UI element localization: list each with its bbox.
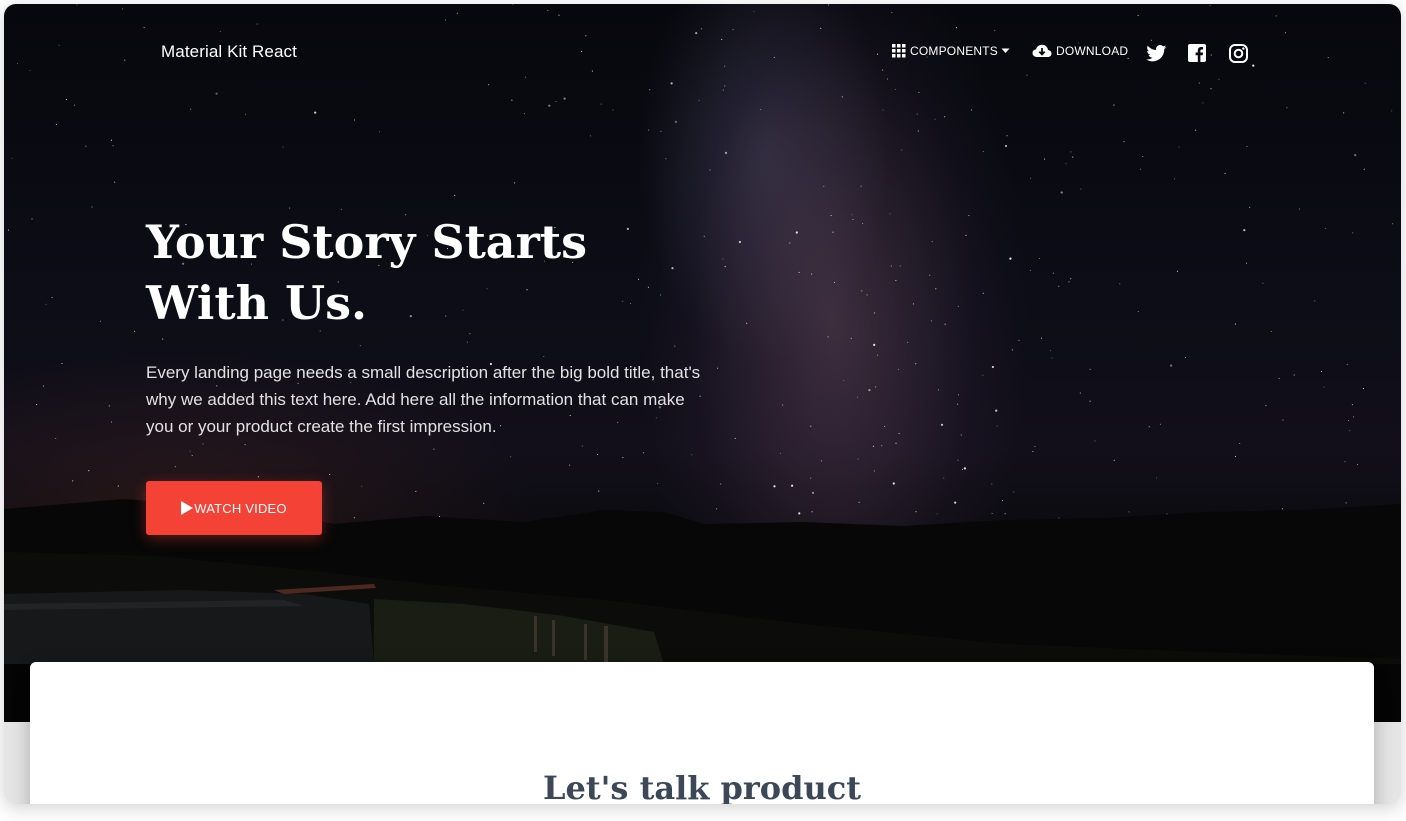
- hero-title-line-1: Your Story Starts: [146, 215, 587, 269]
- play-icon: [181, 501, 194, 515]
- instagram-icon: [1228, 43, 1248, 63]
- main-content-card: Let's talk product: [30, 662, 1374, 804]
- cloud-download-icon: [1032, 44, 1052, 58]
- components-label: COMPONENTS: [910, 44, 999, 58]
- hero-section: Material Kit React COMPONENTS DOWNLOAD Y…: [4, 4, 1401, 722]
- browser-frame: Material Kit React COMPONENTS DOWNLOAD Y…: [4, 4, 1401, 804]
- hero-title: Your Story Starts With Us.: [146, 212, 706, 334]
- twitter-link[interactable]: [1145, 42, 1167, 64]
- caret-down-icon: [1001, 48, 1010, 54]
- twitter-icon: [1145, 44, 1167, 62]
- hero-description: Every landing page needs a small descrip…: [146, 363, 701, 436]
- facebook-icon: [1188, 44, 1206, 62]
- instagram-link[interactable]: [1227, 42, 1249, 64]
- watch-video-button[interactable]: WATCH VIDEO: [146, 481, 322, 535]
- facebook-link[interactable]: [1186, 42, 1208, 64]
- grid-apps-icon: [892, 44, 906, 58]
- download-label: DOWNLOAD: [1056, 44, 1129, 58]
- top-navbar: Material Kit React COMPONENTS DOWNLOAD: [4, 4, 1401, 104]
- download-link[interactable]: DOWNLOAD: [1032, 44, 1128, 58]
- watch-video-label: WATCH VIDEO: [194, 500, 287, 516]
- components-menu-button[interactable]: COMPONENTS: [892, 44, 1010, 58]
- hero-title-line-2: With Us.: [146, 276, 368, 330]
- section-title: Let's talk product: [542, 769, 862, 804]
- brand-logo-link[interactable]: Material Kit React: [161, 42, 297, 62]
